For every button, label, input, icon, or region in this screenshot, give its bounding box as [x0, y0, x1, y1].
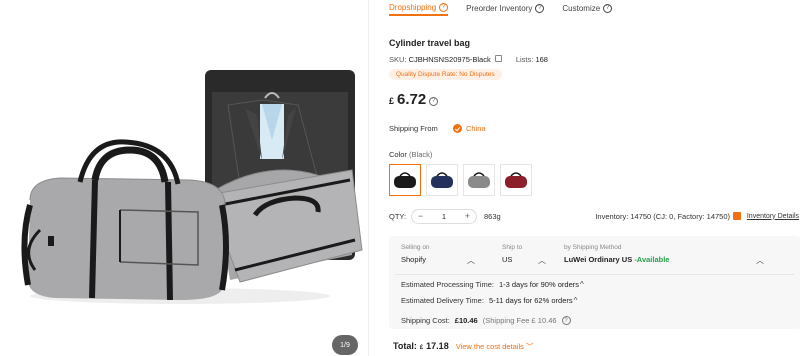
swatch-red[interactable] [500, 164, 532, 196]
shipping-divider [395, 274, 794, 275]
shipping-method-select[interactable]: by Shipping Method LuWei Ordinary US -Av… [564, 244, 764, 266]
total-label: Total: [393, 341, 417, 351]
processing-time: Estimated Processing Time: 1-3 days for … [401, 280, 584, 289]
quantity-row: QTY: − 1 + 863g Inventory: 14750 (CJ: 0,… [389, 208, 800, 224]
sku-label: SKU: [389, 55, 407, 64]
check-icon[interactable] [453, 124, 462, 133]
swatch-navy[interactable] [426, 164, 458, 196]
total-price: Total: £ 17.18 View the cost details ﹀ [393, 341, 534, 352]
lists-value: 168 [535, 55, 548, 64]
chevron-up-icon[interactable]: ︿ [538, 255, 546, 266]
total-value: 17.18 [426, 341, 449, 351]
selling-on-select[interactable]: Selling on Shopify ︿ [401, 244, 502, 266]
swatch-gray[interactable] [463, 164, 495, 196]
tab-customize-label: Customize [562, 3, 601, 13]
chevron-up-icon[interactable]: ^ [580, 280, 584, 289]
quantity-value[interactable]: 1 [442, 212, 446, 221]
processing-value: 1-3 days for 90% orders [498, 280, 579, 289]
color-selected: (Black) [409, 150, 433, 159]
shipping-cost-value: £10.46 [454, 316, 478, 325]
help-icon[interactable]: ? [603, 3, 613, 13]
bag-thumbnail-icon [505, 172, 527, 188]
total-currency: £ [419, 345, 424, 351]
swatch-black[interactable] [389, 164, 421, 196]
selling-on-label: Selling on [401, 244, 430, 251]
minus-button[interactable]: − [418, 211, 423, 221]
panel-divider [368, 0, 369, 356]
lists-label: Lists: [515, 55, 534, 64]
inventory-icon [733, 212, 741, 220]
color-label-text: Color [389, 150, 407, 159]
color-label: Color (Black) [389, 150, 432, 159]
delivery-time: Estimated Delivery Time: 5-11 days for 6… [401, 296, 577, 305]
product-weight: 863g [484, 211, 501, 221]
product-details: Dropshipping ? Preorder Inventory ? Cust… [389, 0, 800, 356]
quantity-stepper[interactable]: − 1 + [411, 208, 477, 224]
qty-label: QTY: [389, 211, 407, 221]
shipping-from-label: Shipping From [389, 124, 438, 133]
tab-preorder-label: Preorder Inventory [466, 3, 533, 13]
tab-customize[interactable]: Customize ? [562, 0, 613, 16]
shipping-from: Shipping From China [389, 124, 486, 133]
copy-icon[interactable] [494, 55, 502, 62]
delivery-value: 5-11 days for 62% orders [488, 296, 573, 305]
shipping-fee: (Shipping Fee £ 10.46 [482, 316, 557, 325]
sku-value: CJBHNSNS20975-Black [408, 55, 491, 64]
shipping-cost-label: Shipping Cost: [401, 316, 450, 325]
quality-dispute-badge: Quality Dispute Rate: No Disputes [389, 69, 502, 80]
chevron-up-icon[interactable]: ^ [574, 296, 578, 305]
purchase-tabs: Dropshipping ? Preorder Inventory ? Cust… [389, 0, 630, 18]
chevron-up-icon[interactable]: ︿ [756, 255, 764, 266]
tab-dropshipping[interactable]: Dropshipping ? [389, 0, 449, 16]
shipping-from-value[interactable]: China [466, 124, 486, 133]
tab-preorder-inventory[interactable]: Preorder Inventory ? [466, 0, 545, 16]
cost-details-link[interactable]: View the cost details ﹀ [456, 341, 534, 352]
ship-to-label: Ship to [502, 244, 523, 251]
plus-button[interactable]: + [465, 211, 470, 221]
tab-dropshipping-label: Dropshipping [389, 2, 437, 12]
delivery-label: Estimated Delivery Time: [401, 296, 484, 305]
price-value: 6.72 [397, 91, 427, 108]
bag-thumbnail-icon [468, 172, 490, 188]
product-price: £ 6.72 ? [389, 91, 439, 108]
shipping-method-label: by Shipping Method [564, 244, 622, 251]
ship-to-select[interactable]: Ship to US ︿ [502, 244, 564, 266]
product-image [21, 70, 363, 304]
bag-thumbnail-icon [431, 172, 453, 188]
inventory-count: Inventory: 14750 (CJ: 0, Factory: 14750) [595, 211, 730, 221]
product-image-gallery[interactable]: 1/9 [0, 0, 365, 356]
bag-thumbnail-icon [394, 172, 416, 188]
inventory-details-link[interactable]: Inventory Details [747, 213, 799, 220]
shipping-selectors: Selling on Shopify ︿ Ship to US ︿ by Shi… [401, 244, 764, 266]
shipping-method-status: -Available [634, 255, 670, 264]
price-help-icon[interactable]: ? [429, 96, 439, 106]
chevron-up-icon[interactable]: ︿ [467, 255, 475, 266]
processing-label: Estimated Processing Time: [401, 280, 494, 289]
shipping-box: Selling on Shopify ︿ Ship to US ︿ by Shi… [389, 236, 800, 329]
product-title: Cylinder travel bag [389, 38, 471, 48]
ship-to-value: US [502, 255, 513, 264]
shipping-method-value: LuWei Ordinary US [564, 255, 633, 264]
shipping-fee-help-icon[interactable]: ? [561, 316, 571, 325]
help-icon[interactable]: ? [535, 3, 545, 13]
chevron-down-icon: ﹀ [526, 342, 534, 351]
sku-line: SKU: CJBHNSNS20975-Black Lists: 168 [389, 55, 548, 64]
cost-details-label: View the cost details [455, 342, 524, 351]
help-icon[interactable]: ? [439, 2, 449, 12]
price-currency: £ [389, 96, 395, 106]
shipping-cost: Shipping Cost: £10.46 (Shipping Fee £ 10… [401, 316, 571, 325]
color-swatches [389, 164, 532, 196]
image-pager[interactable]: 1/9 [332, 335, 358, 355]
selling-on-value: Shopify [401, 255, 427, 264]
